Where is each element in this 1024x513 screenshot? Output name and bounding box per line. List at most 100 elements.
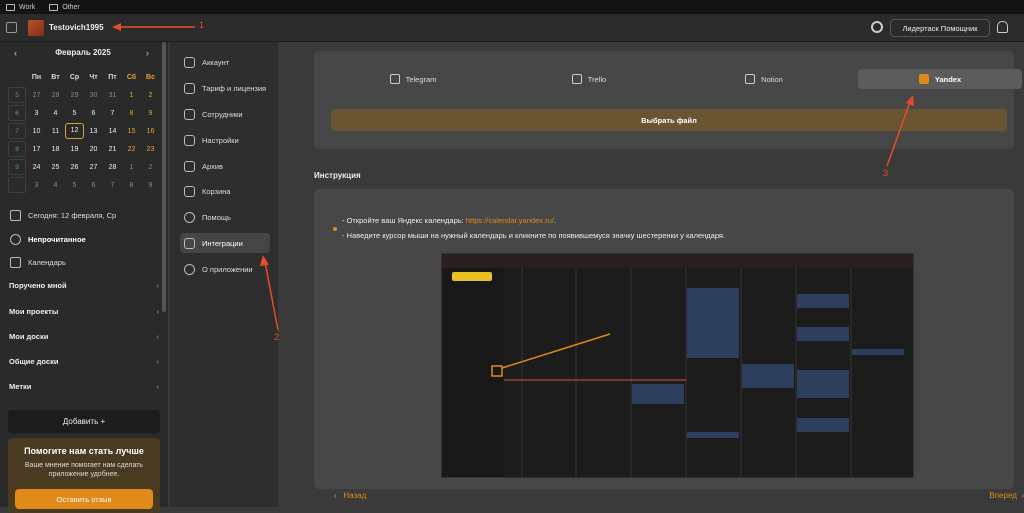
calendar-grid-icon bbox=[10, 257, 21, 268]
sidebar-item-calendar[interactable]: Календарь bbox=[10, 257, 66, 268]
week-number[interactable] bbox=[8, 177, 26, 193]
menu-item-employees[interactable]: Сотрудники bbox=[180, 104, 270, 124]
yandex-calendar-illustration bbox=[442, 254, 913, 477]
sidebar-item-today[interactable]: Сегодня: 12 февраля, Ср bbox=[10, 210, 116, 221]
chevron-right-icon[interactable]: › bbox=[146, 48, 149, 58]
calendar-day[interactable]: 21 bbox=[103, 146, 122, 153]
next-link[interactable]: Вперед › bbox=[989, 491, 1024, 500]
menu-item-help[interactable]: Помощь bbox=[180, 207, 270, 227]
sidebar-item-unread[interactable]: Непрочитанное bbox=[10, 234, 86, 245]
trash-icon bbox=[184, 185, 195, 197]
calendar-day[interactable]: 4 bbox=[46, 182, 65, 189]
info-icon bbox=[184, 263, 195, 275]
week-number[interactable]: 6 bbox=[8, 105, 26, 121]
calendar-day[interactable]: 9 bbox=[141, 182, 160, 189]
calendar-day[interactable]: 9 bbox=[141, 110, 160, 117]
menu-item-about[interactable]: О приложении bbox=[180, 259, 270, 279]
calendar-day[interactable]: 24 bbox=[27, 164, 46, 171]
user-icon bbox=[184, 56, 195, 68]
assistant-button[interactable]: Лидертаск Помощник bbox=[890, 19, 990, 37]
tab-yandex[interactable]: Yandex bbox=[858, 69, 1022, 89]
weekday-label: Сб bbox=[126, 73, 137, 81]
calendar-day[interactable]: 13 bbox=[84, 128, 103, 135]
menu-item-tariff[interactable]: Тариф и лицензия bbox=[180, 78, 270, 98]
bookmark-other[interactable]: Other bbox=[49, 3, 80, 11]
tab-trello[interactable]: Trello bbox=[507, 69, 671, 89]
calendar-day[interactable]: 14 bbox=[103, 128, 122, 135]
calendar-day[interactable]: 6 bbox=[84, 182, 103, 189]
calendar-day[interactable]: 2 bbox=[141, 164, 160, 171]
calendar-day[interactable]: 29 bbox=[65, 92, 84, 99]
calendar-day[interactable]: 23 bbox=[141, 146, 160, 153]
telegram-icon bbox=[389, 74, 400, 84]
calendar-day[interactable]: 2 bbox=[141, 92, 160, 99]
add-button[interactable]: Добавить + bbox=[8, 410, 160, 433]
calendar-day[interactable]: 1 bbox=[122, 164, 141, 171]
calendar-day[interactable]: 30 bbox=[84, 92, 103, 99]
menu-item-account[interactable]: Аккаунт bbox=[180, 52, 270, 72]
calendar-day[interactable]: 4 bbox=[46, 110, 65, 117]
chevron-left-icon: ‹ bbox=[156, 332, 160, 341]
calendar-day[interactable]: 27 bbox=[84, 164, 103, 171]
feedback-button[interactable]: Оставить отзыв bbox=[15, 489, 153, 509]
calendar-day[interactable]: 25 bbox=[46, 164, 65, 171]
sidebar-scrollbar[interactable] bbox=[162, 42, 166, 312]
mini-calendar: Пн Вт Ср Чт Пт Сб Вс 5 27 28 29 30 31 1 … bbox=[8, 68, 160, 194]
calendar-day[interactable]: 1 bbox=[122, 92, 141, 99]
calendar-day[interactable]: 8 bbox=[122, 182, 141, 189]
calendar-day[interactable]: 8 bbox=[122, 110, 141, 117]
menu-item-settings[interactable]: Настройки bbox=[180, 130, 270, 150]
chevron-left-icon: ‹ bbox=[156, 307, 160, 316]
calendar-day[interactable]: 7 bbox=[103, 110, 122, 117]
menu-item-archive[interactable]: Архив bbox=[180, 156, 270, 176]
search-icon[interactable] bbox=[871, 21, 883, 33]
sidebar: ‹ Февраль 2025 › Пн Вт Ср Чт Пт Сб Вс 5 … bbox=[0, 42, 168, 513]
sidebar-section-assigned[interactable]: Поручено мной ‹ bbox=[9, 281, 159, 290]
calendar-day[interactable]: 3 bbox=[27, 182, 46, 189]
users-icon bbox=[184, 108, 195, 120]
calendar-day[interactable]: 10 bbox=[27, 128, 46, 135]
tab-notion[interactable]: Notion bbox=[682, 69, 846, 89]
week-number[interactable]: 5 bbox=[8, 87, 26, 103]
yandex-calendar-link[interactable]: https://calendar.yandex.ru/ bbox=[466, 216, 554, 225]
annotation-number: 3 bbox=[883, 168, 889, 178]
calendar-day-today[interactable]: 12 bbox=[65, 123, 84, 139]
calendar-day[interactable]: 15 bbox=[122, 128, 141, 135]
calendar-day[interactable]: 22 bbox=[122, 146, 141, 153]
calendar-day[interactable]: 19 bbox=[65, 146, 84, 153]
choose-file-button[interactable]: Выбрать файл bbox=[331, 109, 1007, 131]
bookmark-work[interactable]: Work bbox=[6, 3, 35, 11]
calendar-day[interactable]: 18 bbox=[46, 146, 65, 153]
calendar-day[interactable]: 20 bbox=[84, 146, 103, 153]
collapse-sidebar-icon[interactable] bbox=[6, 22, 17, 33]
sidebar-section-tags[interactable]: Метки ‹ bbox=[9, 382, 159, 391]
username[interactable]: Testovich1995 bbox=[49, 23, 104, 32]
calendar-day[interactable]: 6 bbox=[84, 110, 103, 117]
bell-icon[interactable] bbox=[997, 21, 1008, 33]
calendar-day[interactable]: 3 bbox=[27, 110, 46, 117]
back-link[interactable]: ‹ Назад bbox=[334, 491, 366, 500]
calendar-day[interactable]: 17 bbox=[27, 146, 46, 153]
menu-item-integrations[interactable]: Интеграции bbox=[180, 233, 270, 253]
week-number[interactable]: 8 bbox=[8, 141, 26, 157]
avatar[interactable] bbox=[28, 20, 44, 36]
calendar-day[interactable]: 26 bbox=[65, 164, 84, 171]
sidebar-section-boards[interactable]: Мои доски ‹ bbox=[9, 332, 159, 341]
sidebar-section-shared-boards[interactable]: Общие доски ‹ bbox=[9, 357, 159, 366]
calendar-day[interactable]: 7 bbox=[103, 182, 122, 189]
sidebar-section-projects[interactable]: Мои проекты ‹ bbox=[9, 307, 159, 316]
calendar-day[interactable]: 31 bbox=[103, 92, 122, 99]
calendar-day[interactable]: 11 bbox=[46, 128, 65, 135]
calendar-day[interactable]: 5 bbox=[65, 182, 84, 189]
menu-item-trash[interactable]: Корзина bbox=[180, 181, 270, 201]
calendar-day[interactable]: 28 bbox=[103, 164, 122, 171]
instruction-screenshot bbox=[441, 253, 914, 478]
week-number[interactable]: 7 bbox=[8, 123, 26, 139]
tab-telegram[interactable]: Telegram bbox=[331, 69, 495, 89]
week-number[interactable]: 9 bbox=[8, 159, 26, 175]
calendar-day[interactable]: 27 bbox=[27, 92, 46, 99]
weekday-label: Чт bbox=[89, 73, 98, 81]
calendar-day[interactable]: 28 bbox=[46, 92, 65, 99]
calendar-day[interactable]: 16 bbox=[141, 128, 160, 135]
calendar-day[interactable]: 5 bbox=[65, 110, 84, 117]
